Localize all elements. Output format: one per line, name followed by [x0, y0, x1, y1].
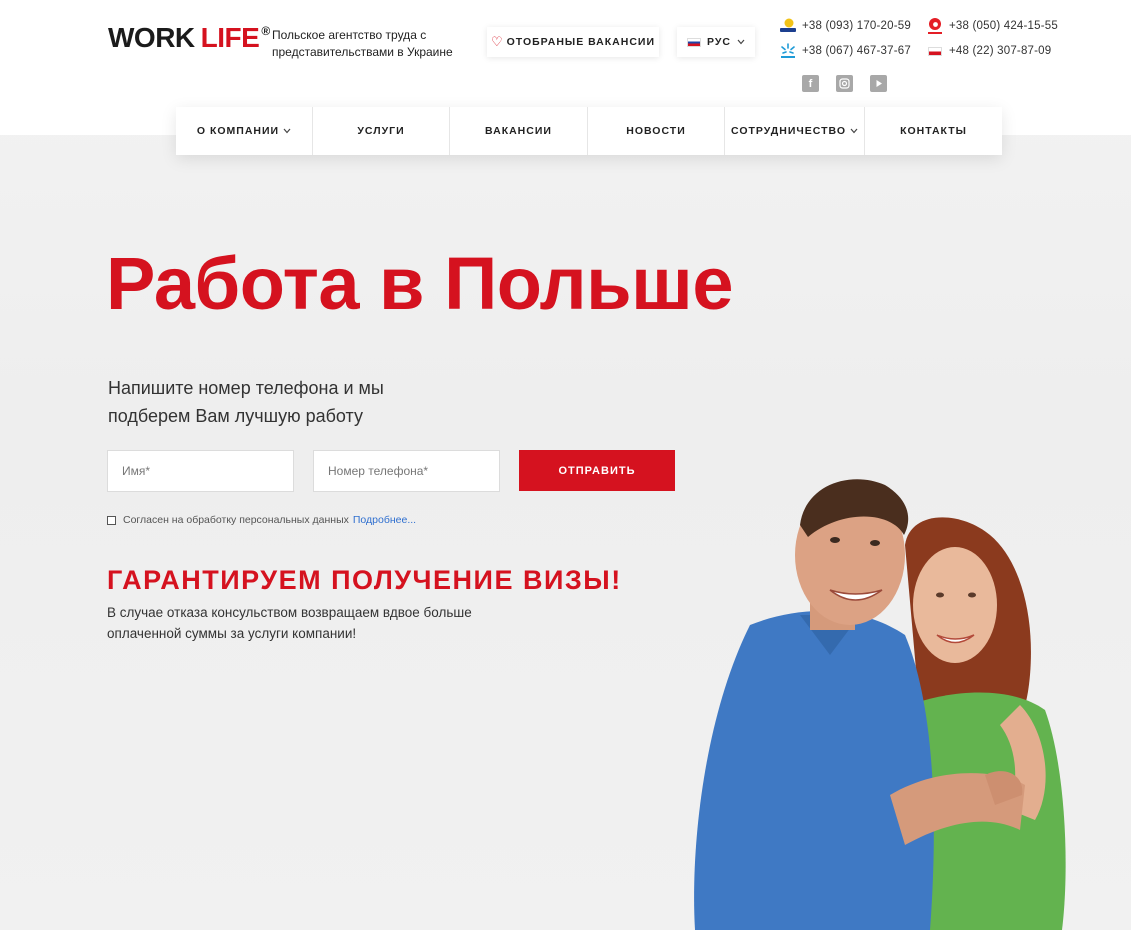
consent-checkbox[interactable] [107, 515, 116, 525]
chevron-down-icon [850, 126, 858, 136]
tagline: Польское агентство труда с представитель… [272, 28, 453, 59]
nav-item-about[interactable]: О КОМПАНИИ [176, 107, 313, 155]
logo[interactable]: WORK LIFE ® [108, 22, 270, 54]
nav-item-label: УСЛУГИ [357, 125, 405, 137]
couple-photo [690, 465, 1080, 930]
nav-item-label: СОТРУДНИЧЕСТВО [731, 125, 846, 137]
nav-item-label: О КОМПАНИИ [196, 125, 280, 137]
consent-row: Согласен на обработку персональных данны… [107, 514, 416, 526]
facebook-icon[interactable]: f [802, 75, 819, 92]
phone-kyivstar[interactable]: +38 (067) 467-37-67 [779, 42, 911, 60]
guarantee-text: В случае отказа консульством возвращаем … [107, 605, 472, 641]
phone-poland-number: +48 (22) 307-87-09 [949, 45, 1052, 57]
phone-lifecell-number: +38 (093) 170-20-59 [802, 20, 911, 32]
page: WORK LIFE ® Польское агентство труда с п… [0, 0, 1131, 930]
phone-kyivstar-number: +38 (067) 467-37-67 [802, 45, 911, 57]
kyivstar-icon [779, 42, 797, 60]
youtube-icon[interactable] [870, 75, 887, 92]
language-selector[interactable]: РУС [677, 27, 755, 57]
hero-title: Работа в Польше [106, 242, 734, 325]
phone-input[interactable] [313, 450, 500, 492]
vodafone-icon [926, 17, 944, 35]
nav-item-news[interactable]: НОВОСТИ [588, 107, 725, 155]
favorite-vacancies-label: ОТОБРАНЫЕ ВАКАНСИИ [506, 36, 656, 48]
guarantee-title: ГАРАНТИРУЕМ ПОЛУЧЕНИЕ ВИЗЫ! [107, 565, 622, 595]
logo-word-life: LIFE [200, 22, 260, 53]
consent-label: Согласен на обработку персональных данны… [123, 514, 349, 526]
language-label: РУС [707, 36, 731, 48]
nav-item-label: КОНТАКТЫ [900, 125, 967, 137]
phone-vodafone[interactable]: +38 (050) 424-15-55 [926, 17, 1058, 35]
lifecell-icon [779, 17, 797, 35]
phone-lifecell[interactable]: +38 (093) 170-20-59 [779, 17, 911, 35]
favorite-vacancies-button[interactable]: ♡ ОТОБРАНЫЕ ВАКАНСИИ [487, 27, 659, 57]
nav-item-label: ВАКАНСИИ [485, 125, 552, 137]
instagram-icon[interactable] [836, 75, 853, 92]
main-nav: О КОМПАНИИ УСЛУГИ ВАКАНСИИ НОВОСТИ СОТРУ… [176, 107, 1002, 155]
russia-flag-icon [687, 37, 701, 47]
name-input[interactable] [107, 450, 294, 492]
chevron-down-icon [283, 126, 291, 136]
phone-poland[interactable]: +48 (22) 307-87-09 [926, 42, 1051, 60]
nav-item-vacancies[interactable]: ВАКАНСИИ [450, 107, 588, 155]
poland-flag-icon [926, 42, 944, 60]
nav-item-label: НОВОСТИ [626, 125, 686, 137]
submit-button[interactable]: ОТПРАВИТЬ [519, 450, 675, 491]
nav-item-services[interactable]: УСЛУГИ [313, 107, 450, 155]
nav-item-cooperation[interactable]: СОТРУДНИЧЕСТВО [725, 107, 865, 155]
logo-word-work: WORK [108, 22, 195, 53]
heart-icon: ♡ [490, 34, 504, 49]
hero-subtitle: Напишите номер телефона и мы подберем Ва… [108, 378, 384, 426]
chevron-down-icon [737, 37, 745, 47]
phone-vodafone-number: +38 (050) 424-15-55 [949, 20, 1058, 32]
logo-registered-mark: ® [261, 24, 270, 38]
consent-more-link[interactable]: Подробнее... [353, 514, 416, 526]
nav-item-contacts[interactable]: КОНТАКТЫ [865, 107, 1002, 155]
